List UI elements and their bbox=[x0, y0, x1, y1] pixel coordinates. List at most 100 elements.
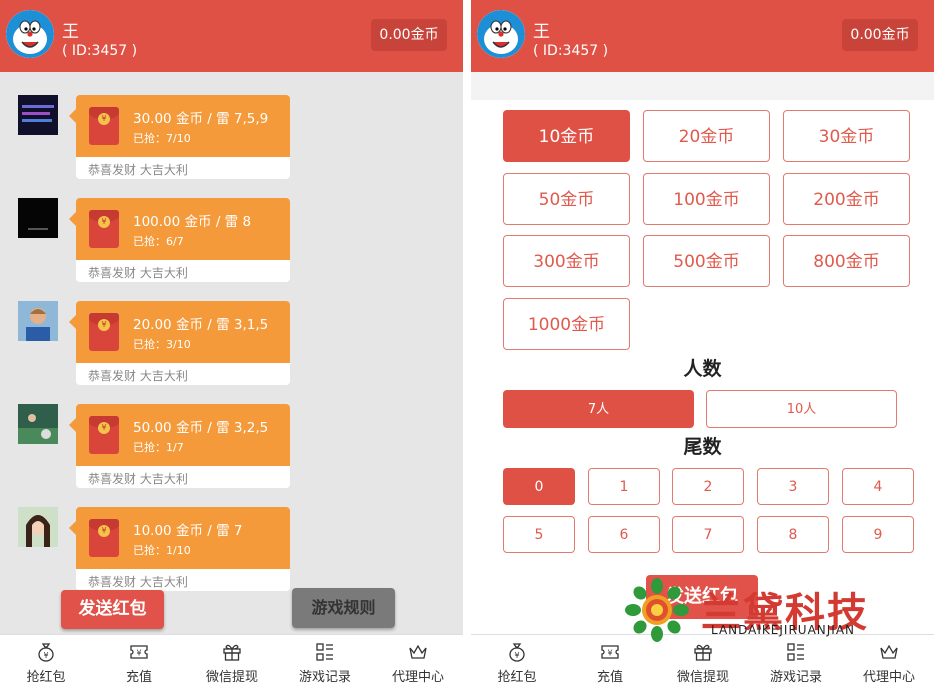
user-name: 王 bbox=[533, 22, 550, 42]
tail-option[interactable]: 2 bbox=[672, 468, 744, 505]
red-packet-card[interactable]: ¥ 20.00 金币 / 雷 3,1,5 已抢：3/10 恭喜发财 大吉大利 bbox=[69, 301, 290, 385]
packet-wish: 恭喜发财 大吉大利 bbox=[88, 575, 188, 589]
amount-option[interactable]: 10金币 bbox=[503, 110, 630, 162]
gift-icon bbox=[694, 644, 712, 661]
red-packet-card[interactable]: ¥ 30.00 金币 / 雷 7,5,9 已抢：7/10 恭喜发财 大吉大利 bbox=[69, 95, 290, 179]
game-rules-button[interactable]: 游戏规则 bbox=[292, 588, 395, 628]
tail-option[interactable]: 3 bbox=[757, 468, 829, 505]
user-id: ( ID:3457 ) bbox=[533, 43, 609, 59]
crown-icon bbox=[880, 644, 898, 659]
svg-text:¥: ¥ bbox=[514, 651, 519, 660]
tail-title: 尾数 bbox=[683, 436, 722, 458]
tab-recharge[interactable]: ¥ 充值 bbox=[564, 635, 656, 688]
packet-wish: 恭喜发财 大吉大利 bbox=[88, 163, 188, 177]
header-band bbox=[471, 72, 934, 100]
red-packet-card[interactable]: ¥ 50.00 金币 / 雷 3,2,5 已抢：1/7 恭喜发财 大吉大利 bbox=[69, 404, 290, 488]
amount-option[interactable]: 20金币 bbox=[643, 110, 770, 162]
packet-amount: 100.00 金币 / 雷 8 bbox=[133, 214, 252, 230]
crown-icon bbox=[409, 644, 427, 659]
ticket-icon: ¥ bbox=[601, 645, 619, 659]
tab-label: 代理中心 bbox=[391, 670, 444, 685]
amount-option[interactable]: 200金币 bbox=[783, 173, 910, 225]
ticket-icon: ¥ bbox=[130, 645, 148, 659]
tab-game-records[interactable]: 游戏记录 bbox=[750, 635, 842, 688]
tab-wechat-withdraw[interactable]: 微信提现 bbox=[657, 635, 749, 688]
tab-label: 游戏记录 bbox=[769, 670, 822, 685]
packet-grabbed: 已抢：1/7 bbox=[133, 441, 184, 454]
tail-option[interactable]: 6 bbox=[588, 516, 660, 553]
tail-option[interactable]: 1 bbox=[588, 468, 660, 505]
svg-text:¥: ¥ bbox=[43, 651, 48, 660]
packet-grabbed: 已抢：3/10 bbox=[133, 338, 191, 351]
red-envelope-icon: ¥ bbox=[89, 210, 119, 248]
list-item: ¥ 50.00 金币 / 雷 3,2,5 已抢：1/7 恭喜发财 大吉大利 bbox=[18, 404, 298, 490]
amount-option[interactable]: 500金币 bbox=[643, 235, 770, 287]
amount-option[interactable]: 1000金币 bbox=[503, 298, 630, 350]
bottom-tab-bar: ¥ 抢红包 ¥ 充值 微信提现 游戏记录 代理中心 bbox=[0, 634, 463, 688]
red-packet-card[interactable]: ¥ 10.00 金币 / 雷 7 已抢：1/10 恭喜发财 大吉大利 bbox=[69, 507, 290, 591]
tail-option[interactable]: 4 bbox=[842, 468, 914, 505]
amount-option[interactable]: 800金币 bbox=[783, 235, 910, 287]
user-header: 王 ( ID:3457 ) 0.00金币 bbox=[0, 0, 463, 72]
tail-option[interactable]: 7 bbox=[672, 516, 744, 553]
screen-divider bbox=[463, 0, 471, 688]
list-item: ¥ 100.00 金币 / 雷 8 已抢：6/7 恭喜发财 大吉大利 bbox=[18, 198, 298, 284]
packet-grabbed: 已抢：7/10 bbox=[133, 132, 191, 145]
user-name: 王 bbox=[62, 22, 79, 42]
tab-label: 抢红包 bbox=[497, 670, 537, 685]
tab-label: 充值 bbox=[125, 670, 152, 685]
tab-label: 抢红包 bbox=[26, 670, 66, 685]
list-item: ¥ 20.00 金币 / 雷 3,1,5 已抢：3/10 恭喜发财 大吉大利 bbox=[18, 301, 298, 387]
packet-amount: 20.00 金币 / 雷 3,1,5 bbox=[133, 317, 269, 333]
user-avatar[interactable] bbox=[6, 10, 54, 58]
tab-agent-center[interactable]: 代理中心 bbox=[372, 635, 463, 688]
red-envelope-icon: ¥ bbox=[89, 107, 119, 145]
tab-label: 微信提现 bbox=[205, 670, 258, 685]
people-title: 人数 bbox=[683, 358, 722, 380]
tail-option[interactable]: 5 bbox=[503, 516, 575, 553]
tab-label: 代理中心 bbox=[862, 670, 915, 685]
packet-amount: 50.00 金币 / 雷 3,2,5 bbox=[133, 420, 269, 436]
bottom-tab-bar: ¥ 抢红包 ¥ 充值 微信提现 游戏记录 代理中心 bbox=[471, 634, 934, 688]
people-option[interactable]: 10人 bbox=[706, 390, 897, 428]
amount-option[interactable]: 100金币 bbox=[643, 173, 770, 225]
sender-avatar bbox=[18, 301, 58, 341]
tab-recharge[interactable]: ¥ 充值 bbox=[93, 635, 185, 688]
tail-option[interactable]: 9 bbox=[842, 516, 914, 553]
send-red-packet-button[interactable]: 发送红包 bbox=[61, 590, 164, 629]
red-envelope-icon: ¥ bbox=[89, 416, 119, 454]
amount-option[interactable]: 30金币 bbox=[783, 110, 910, 162]
people-option[interactable]: 7人 bbox=[503, 390, 694, 428]
packet-grabbed: 已抢：6/7 bbox=[133, 235, 184, 248]
tab-game-records[interactable]: 游戏记录 bbox=[279, 635, 371, 688]
tail-option[interactable]: 8 bbox=[757, 516, 829, 553]
tab-label: 充值 bbox=[596, 670, 623, 685]
tab-label: 游戏记录 bbox=[298, 670, 351, 685]
watermark: 兰黛科技 LANDAIKEJIRUANJIAN bbox=[613, 578, 934, 642]
gift-icon bbox=[223, 644, 241, 661]
user-avatar[interactable] bbox=[477, 10, 525, 58]
tab-grab-packet[interactable]: ¥ 抢红包 bbox=[0, 635, 92, 688]
user-id: ( ID:3457 ) bbox=[62, 43, 138, 59]
packet-amount: 10.00 金币 / 雷 7 bbox=[133, 523, 243, 539]
sender-avatar bbox=[18, 95, 58, 135]
coin-balance[interactable]: 0.00金币 bbox=[371, 19, 447, 51]
sender-avatar bbox=[18, 507, 58, 547]
red-packet-card[interactable]: ¥ 100.00 金币 / 雷 8 已抢：6/7 恭喜发财 大吉大利 bbox=[69, 198, 290, 282]
amount-option[interactable]: 300金币 bbox=[503, 235, 630, 287]
user-header: 王 ( ID:3457 ) 0.00金币 bbox=[471, 0, 934, 72]
money-bag-icon: ¥ bbox=[38, 643, 54, 662]
svg-text:¥: ¥ bbox=[136, 649, 141, 658]
tab-grab-packet[interactable]: ¥ 抢红包 bbox=[471, 635, 563, 688]
amount-option[interactable]: 50金币 bbox=[503, 173, 630, 225]
packet-amount: 30.00 金币 / 雷 7,5,9 bbox=[133, 111, 269, 127]
tab-wechat-withdraw[interactable]: 微信提现 bbox=[186, 635, 278, 688]
coin-balance[interactable]: 0.00金币 bbox=[842, 19, 918, 51]
packet-wish: 恭喜发财 大吉大利 bbox=[88, 266, 188, 280]
red-packet-list-screen: 王 ( ID:3457 ) 0.00金币 ¥ 30.00 金币 / 雷 7,5,… bbox=[0, 0, 463, 688]
sender-avatar bbox=[18, 404, 58, 444]
red-envelope-icon: ¥ bbox=[89, 519, 119, 557]
list-icon bbox=[316, 643, 333, 661]
tail-option[interactable]: 0 bbox=[503, 468, 575, 505]
tab-agent-center[interactable]: 代理中心 bbox=[843, 635, 934, 688]
